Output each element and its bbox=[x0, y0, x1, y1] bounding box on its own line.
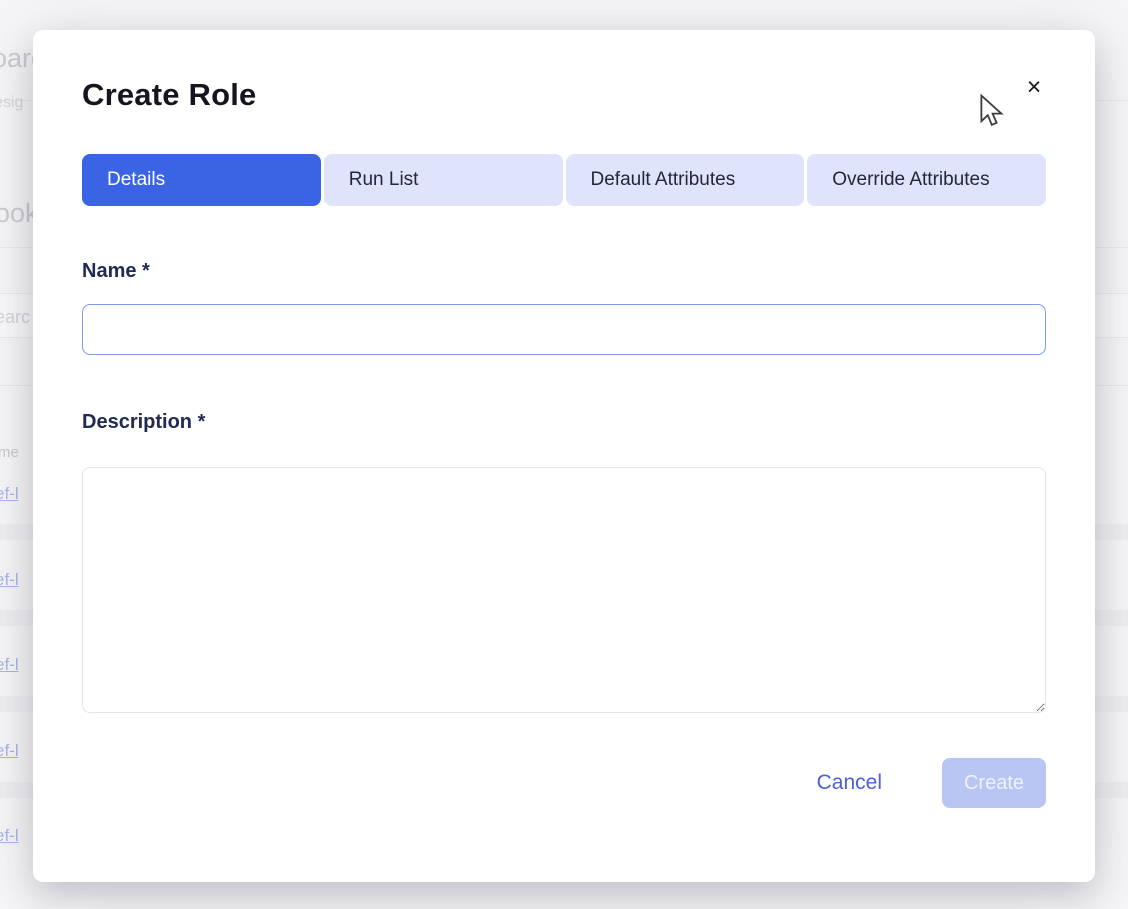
dialog-title: Create Role bbox=[82, 77, 257, 112]
bg-obscured-link: ef-l bbox=[0, 655, 19, 674]
screen: oard esig ook earc me ef-l ef-l ef-l ef-… bbox=[0, 0, 1128, 909]
description-field[interactable] bbox=[82, 467, 1046, 713]
cancel-button[interactable]: Cancel bbox=[817, 771, 882, 795]
create-button[interactable]: Create bbox=[942, 758, 1046, 808]
tab-override-attributes[interactable]: Override Attributes bbox=[807, 154, 1046, 206]
bg-obscured-link: ef-l bbox=[0, 570, 19, 589]
tab-run-list[interactable]: Run List bbox=[323, 154, 563, 206]
bg-obscured-link: ef-l bbox=[0, 741, 19, 760]
bg-text-fragment: esig bbox=[0, 94, 24, 111]
create-role-dialog: Create Role × Details Run List Default A… bbox=[33, 30, 1095, 882]
tab-bar: Details Run List Default Attributes Over… bbox=[82, 154, 1046, 206]
bg-obscured-link: ef-l bbox=[0, 484, 19, 503]
tab-details[interactable]: Details bbox=[82, 154, 321, 206]
dialog-footer: Cancel Create bbox=[82, 758, 1046, 808]
name-label: Name * bbox=[82, 260, 150, 282]
description-label: Description * bbox=[82, 411, 206, 433]
bg-text-fragment: me bbox=[0, 444, 19, 461]
bg-obscured-link: ef-l bbox=[0, 826, 19, 845]
close-icon[interactable]: × bbox=[1017, 70, 1051, 104]
name-field[interactable] bbox=[82, 304, 1046, 355]
tab-default-attributes[interactable]: Default Attributes bbox=[565, 154, 805, 206]
bg-text-fragment: earc bbox=[0, 307, 31, 327]
